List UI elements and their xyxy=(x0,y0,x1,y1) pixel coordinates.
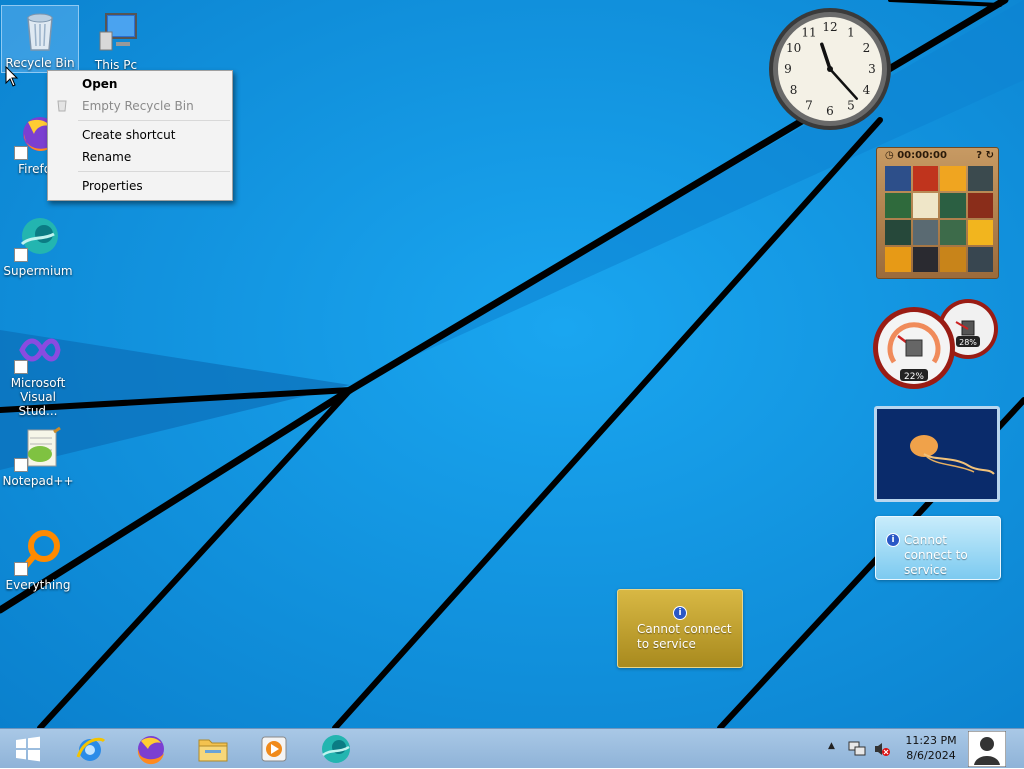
menu-item-label: Empty Recycle Bin xyxy=(82,99,194,113)
menu-item-properties[interactable]: Properties xyxy=(48,175,232,197)
info-icon: i xyxy=(673,606,687,620)
clock-numeral: 7 xyxy=(805,98,813,112)
supermium-icon xyxy=(322,735,350,763)
media-player-icon xyxy=(261,736,287,762)
puzzle-tile[interactable] xyxy=(940,193,966,218)
clock-numeral: 9 xyxy=(784,62,792,76)
puzzle-tile[interactable] xyxy=(967,247,993,272)
desktop-icon-notepad-plus-plus[interactable]: Notepad++ xyxy=(0,424,76,488)
supermium-icon xyxy=(14,214,62,262)
menu-separator xyxy=(78,171,230,172)
show-hidden-icons-chevron-icon[interactable]: ▲ xyxy=(828,741,835,751)
clock-numeral: 2 xyxy=(863,41,871,55)
info-icon: i xyxy=(886,533,900,547)
desktop-icon-recycle-bin[interactable]: Recycle Bin xyxy=(1,5,79,73)
refresh-icon[interactable]: ↻ xyxy=(986,148,994,164)
slideshow-gadget[interactable] xyxy=(874,406,1000,502)
firefox-icon xyxy=(137,736,164,765)
puzzle-grid[interactable] xyxy=(885,166,993,272)
weather-error-message: Cannot connect to service xyxy=(904,533,968,577)
puzzle-tile[interactable] xyxy=(967,166,993,191)
desktop[interactable]: Recycle Bin This Pc Firefox Supermium Mi… xyxy=(0,0,1024,728)
puzzle-tile[interactable] xyxy=(912,247,938,272)
puzzle-tile[interactable] xyxy=(912,193,938,218)
taskbar-firefox[interactable] xyxy=(123,729,179,769)
clock-gadget[interactable]: 12 12 3 45678 9 1011 xyxy=(767,6,893,132)
windows-logo-icon xyxy=(16,736,40,762)
mouse-cursor-icon xyxy=(5,66,19,87)
puzzle-tile[interactable] xyxy=(885,166,911,191)
timer-icon: ◷ xyxy=(885,150,894,161)
desktop-icon-this-pc[interactable]: This Pc xyxy=(78,8,154,72)
computer-icon xyxy=(92,8,140,56)
cpu-meter-gadget[interactable]: 22% 28% xyxy=(872,296,1002,392)
desktop-icon-label: Supermium xyxy=(3,264,73,278)
taskbar-internet-explorer[interactable] xyxy=(62,729,118,769)
menu-item-create-shortcut[interactable]: Create shortcut xyxy=(48,124,232,146)
desktop-icon-visual-studio[interactable]: Microsoft Visual Stud... xyxy=(0,326,76,418)
taskbar-supermium[interactable] xyxy=(308,729,364,769)
context-menu: Open Empty Recycle Bin Create shortcut R… xyxy=(47,70,233,201)
clock-numeral: 11 xyxy=(801,26,816,40)
weather-gadget[interactable]: i Cannot connect to service xyxy=(875,516,1001,580)
desktop-icon-label: Notepad++ xyxy=(2,474,74,488)
menu-item-empty-recycle-bin[interactable]: Empty Recycle Bin xyxy=(48,95,232,117)
puzzle-tile[interactable] xyxy=(912,166,938,191)
taskbar-file-explorer[interactable] xyxy=(185,729,241,769)
user-avatar-icon[interactable] xyxy=(968,731,1006,767)
volume-muted-icon[interactable] xyxy=(873,741,891,757)
puzzle-timer: 00:00:00 xyxy=(897,150,947,161)
everything-icon xyxy=(14,528,62,576)
desktop-icon-supermium[interactable]: Supermium xyxy=(0,214,76,278)
memory-percent: 28% xyxy=(959,338,977,347)
puzzle-tile[interactable] xyxy=(967,220,993,245)
internet-explorer-icon xyxy=(76,737,106,761)
clock-numeral: 12 xyxy=(822,20,837,34)
puzzle-tile[interactable] xyxy=(912,220,938,245)
notepad-plus-plus-icon xyxy=(14,424,62,472)
picture-puzzle-gadget[interactable]: ◷ 00:00:00 ? ↻ xyxy=(876,147,999,279)
recycle-bin-icon xyxy=(16,6,64,54)
weather-error-message: Cannot connect to service xyxy=(637,622,732,651)
help-icon[interactable]: ? xyxy=(976,148,982,164)
taskbar-media-player[interactable] xyxy=(246,729,302,769)
clock-numeral: 3 xyxy=(868,62,876,76)
desktop-icon-label: Everything xyxy=(5,578,71,592)
puzzle-tile[interactable] xyxy=(885,220,911,245)
clock-numeral: 8 xyxy=(790,83,798,97)
puzzle-toolbar: ◷ 00:00:00 ? ↻ xyxy=(877,148,998,164)
clock-numeral: 5 xyxy=(847,98,855,112)
puzzle-tile[interactable] xyxy=(885,193,911,218)
puzzle-tile[interactable] xyxy=(885,247,911,272)
puzzle-tile[interactable] xyxy=(940,220,966,245)
menu-separator xyxy=(78,120,230,121)
network-icon[interactable] xyxy=(848,741,866,757)
tray-time: 11:23 PM xyxy=(905,734,957,747)
file-explorer-icon xyxy=(198,739,228,762)
clock-numeral: 6 xyxy=(826,104,834,118)
clock-numeral: 1 xyxy=(847,26,855,40)
puzzle-tile[interactable] xyxy=(940,247,966,272)
tray-date: 8/6/2024 xyxy=(906,749,956,762)
visual-studio-icon xyxy=(14,326,62,374)
clock-numeral: 4 xyxy=(863,83,871,97)
clock-numeral: 10 xyxy=(786,41,801,55)
taskbar: ▲ 11:23 PM 8/6/2024 xyxy=(0,728,1024,768)
weather-gadget-large[interactable]: i Cannot connect to service xyxy=(617,589,743,668)
start-button[interactable] xyxy=(0,729,56,769)
desktop-icon-label: Microsoft Visual Stud... xyxy=(10,376,66,418)
menu-item-open[interactable]: Open xyxy=(48,73,232,95)
puzzle-tile[interactable] xyxy=(940,166,966,191)
recycle-bin-small-icon xyxy=(57,100,67,112)
puzzle-tile[interactable] xyxy=(967,193,993,218)
desktop-icon-everything[interactable]: Everything xyxy=(0,528,76,592)
cpu-percent: 22% xyxy=(904,372,924,382)
tray-clock[interactable]: 11:23 PM 8/6/2024 xyxy=(895,733,967,763)
menu-item-rename[interactable]: Rename xyxy=(48,146,232,168)
